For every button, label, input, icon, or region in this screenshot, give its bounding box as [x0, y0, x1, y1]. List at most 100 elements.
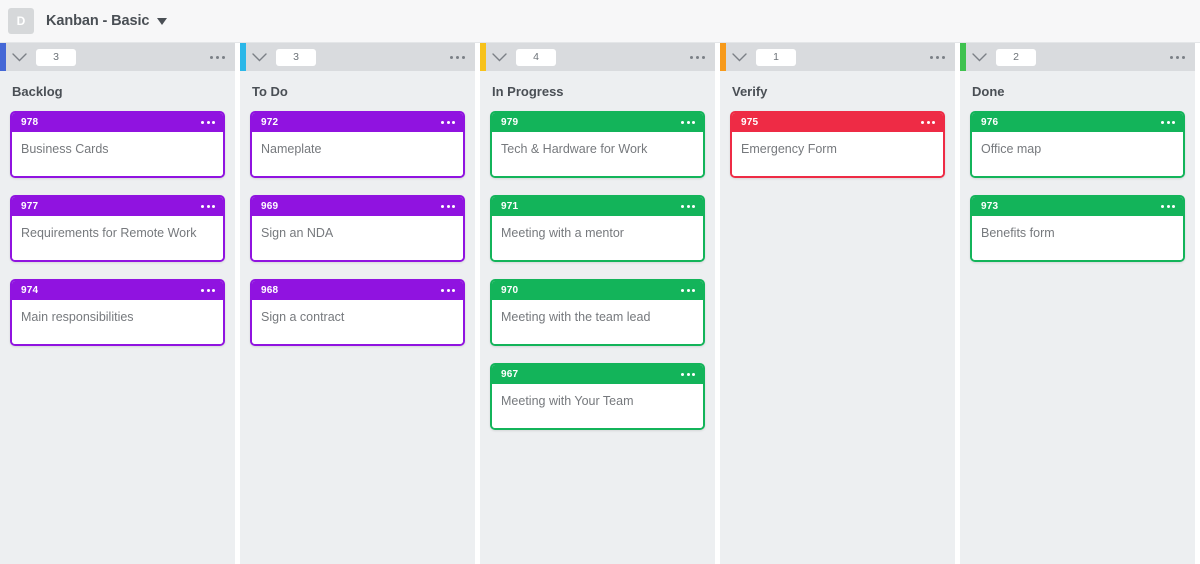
app-header: D Kanban - Basic	[0, 0, 1200, 43]
card-more-options-icon[interactable]	[681, 121, 695, 124]
column-more-options-icon[interactable]	[690, 43, 705, 71]
kanban-card[interactable]: 979 Tech & Hardware for Work	[490, 111, 705, 178]
column-card-count: 2	[996, 48, 1036, 66]
kanban-card[interactable]: 968 Sign a contract	[250, 279, 465, 346]
card-title: Business Cards	[12, 132, 223, 176]
board-avatar: D	[8, 8, 34, 34]
card-more-options-icon[interactable]	[1161, 205, 1175, 208]
card-header: 969	[252, 197, 463, 216]
kanban-column: 1 Verify 975 Emergency Form	[720, 43, 955, 564]
kanban-card[interactable]: 972 Nameplate	[250, 111, 465, 178]
kanban-card[interactable]: 973 Benefits form	[970, 195, 1185, 262]
card-more-options-icon[interactable]	[681, 205, 695, 208]
card-more-options-icon[interactable]	[201, 121, 215, 124]
card-id: 970	[501, 285, 519, 296]
card-more-options-icon[interactable]	[1161, 121, 1175, 124]
chevron-down-icon[interactable]	[726, 43, 752, 71]
kanban-card[interactable]: 971 Meeting with a mentor	[490, 195, 705, 262]
card-header: 967	[492, 365, 703, 384]
chevron-down-icon[interactable]	[966, 43, 992, 71]
card-header: 970	[492, 281, 703, 300]
kanban-card[interactable]: 977 Requirements for Remote Work	[10, 195, 225, 262]
card-id: 977	[21, 201, 39, 212]
column-card-count: 3	[36, 48, 76, 66]
card-id: 969	[261, 201, 279, 212]
column-card-count: 1	[756, 48, 796, 66]
card-header: 968	[252, 281, 463, 300]
kanban-card[interactable]: 975 Emergency Form	[730, 111, 945, 178]
column-more-options-icon[interactable]	[930, 43, 945, 71]
card-more-options-icon[interactable]	[921, 121, 935, 124]
board-title: Kanban - Basic	[46, 13, 150, 29]
card-id: 967	[501, 369, 519, 380]
card-id: 979	[501, 117, 519, 128]
card-id: 968	[261, 285, 279, 296]
card-title: Requirements for Remote Work	[12, 216, 223, 260]
card-title: Office map	[972, 132, 1183, 176]
card-more-options-icon[interactable]	[201, 205, 215, 208]
column-toolbar: 3	[0, 43, 235, 71]
kanban-card[interactable]: 974 Main responsibilities	[10, 279, 225, 346]
chevron-down-icon[interactable]	[157, 17, 168, 25]
chevron-down-icon[interactable]	[6, 43, 32, 71]
card-title: Main responsibilities	[12, 300, 223, 344]
card-more-options-icon[interactable]	[441, 289, 455, 292]
column-card-count: 4	[516, 48, 556, 66]
card-header: 978	[12, 113, 223, 132]
card-more-options-icon[interactable]	[201, 289, 215, 292]
column-card-list: 976 Office map 973 Benefits form	[960, 111, 1195, 564]
column-more-options-icon[interactable]	[210, 43, 225, 71]
card-header: 974	[12, 281, 223, 300]
card-more-options-icon[interactable]	[441, 121, 455, 124]
column-card-list: 978 Business Cards 977 Requirements for Rem…	[0, 111, 235, 564]
card-title: Tech & Hardware for Work	[492, 132, 703, 176]
column-card-list: 975 Emergency Form	[720, 111, 955, 564]
card-title: Meeting with a mentor	[492, 216, 703, 260]
kanban-column: 3 To Do 972 Nameplate 969 Sign an NDA 968 Sign …	[240, 43, 475, 564]
card-id: 974	[21, 285, 39, 296]
card-id: 975	[741, 117, 759, 128]
card-id: 972	[261, 117, 279, 128]
card-title: Sign an NDA	[252, 216, 463, 260]
card-header: 975	[732, 113, 943, 132]
column-toolbar: 2	[960, 43, 1195, 71]
kanban-column: 2 Done 976 Office map 973 Benefits form	[960, 43, 1195, 564]
kanban-card[interactable]: 967 Meeting with Your Team	[490, 363, 705, 430]
column-title: To Do	[252, 84, 288, 99]
column-more-options-icon[interactable]	[450, 43, 465, 71]
card-title: Meeting with the team lead	[492, 300, 703, 344]
chevron-down-icon[interactable]	[486, 43, 512, 71]
card-more-options-icon[interactable]	[441, 205, 455, 208]
card-header: 973	[972, 197, 1183, 216]
kanban-card[interactable]: 970 Meeting with the team lead	[490, 279, 705, 346]
column-title: Verify	[732, 84, 768, 99]
card-id: 973	[981, 201, 999, 212]
card-title: Nameplate	[252, 132, 463, 176]
kanban-board: 3 Backlog 978 Business Cards 977 Requirements…	[0, 43, 1200, 564]
kanban-column: 4 In Progress 979 Tech & Hardware for Work 9…	[480, 43, 715, 564]
card-title: Sign a contract	[252, 300, 463, 344]
card-id: 971	[501, 201, 519, 212]
card-header: 971	[492, 197, 703, 216]
column-more-options-icon[interactable]	[1170, 43, 1185, 71]
card-title: Benefits form	[972, 216, 1183, 260]
kanban-card[interactable]: 978 Business Cards	[10, 111, 225, 178]
chevron-down-icon[interactable]	[246, 43, 272, 71]
column-title: Backlog	[12, 84, 63, 99]
card-more-options-icon[interactable]	[681, 373, 695, 376]
card-id: 978	[21, 117, 39, 128]
column-card-list: 979 Tech & Hardware for Work 971 Meeting wi…	[480, 111, 715, 564]
card-title: Emergency Form	[732, 132, 943, 176]
column-title: In Progress	[492, 84, 564, 99]
kanban-column: 3 Backlog 978 Business Cards 977 Requirements…	[0, 43, 235, 564]
card-title: Meeting with Your Team	[492, 384, 703, 428]
column-title: Done	[972, 84, 1005, 99]
card-header: 977	[12, 197, 223, 216]
card-header: 972	[252, 113, 463, 132]
column-card-count: 3	[276, 48, 316, 66]
column-toolbar: 1	[720, 43, 955, 71]
column-card-list: 972 Nameplate 969 Sign an NDA 968 Sign a cont…	[240, 111, 475, 564]
card-more-options-icon[interactable]	[681, 289, 695, 292]
kanban-card[interactable]: 976 Office map	[970, 111, 1185, 178]
kanban-card[interactable]: 969 Sign an NDA	[250, 195, 465, 262]
